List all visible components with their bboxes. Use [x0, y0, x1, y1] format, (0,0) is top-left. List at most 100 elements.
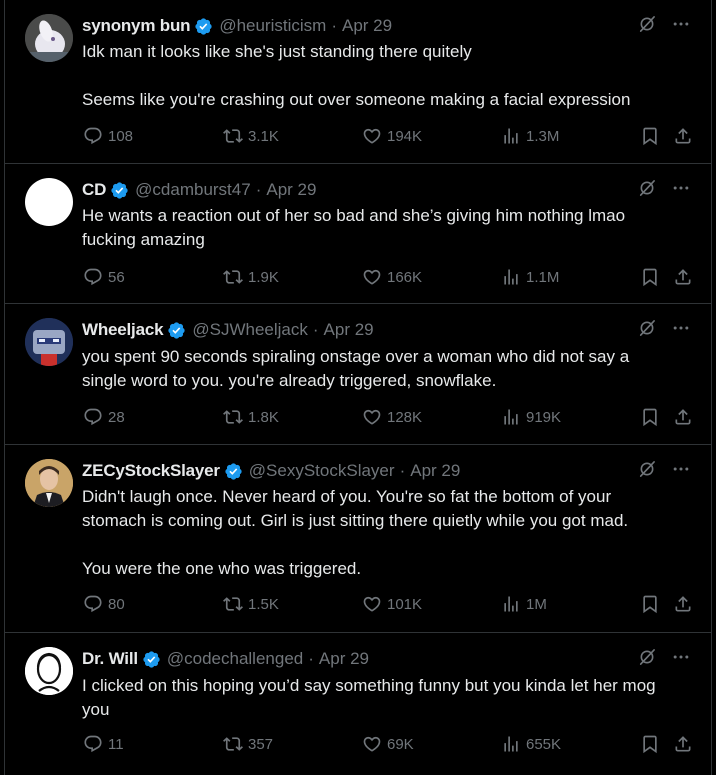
reply-button[interactable]: 56: [83, 267, 125, 287]
bookmark-button[interactable]: [640, 734, 665, 754]
tweet-text: you spent 90 seconds spiraling onstage o…: [82, 345, 675, 393]
grok-icon[interactable]: [637, 459, 657, 479]
avatar[interactable]: [25, 459, 73, 507]
views-button[interactable]: 1.3M: [501, 126, 559, 146]
share-button[interactable]: [673, 267, 698, 287]
bookmark-icon: [640, 594, 660, 614]
separator: ·: [399, 461, 406, 480]
retweet-button[interactable]: 3.1K: [223, 126, 279, 146]
retweet-button[interactable]: 1.5K: [223, 594, 279, 614]
views-icon: [501, 407, 521, 427]
views-button[interactable]: 1.1M: [501, 267, 559, 287]
separator: ·: [255, 180, 262, 199]
more-icon[interactable]: [671, 318, 691, 338]
display-name[interactable]: CD: [82, 180, 106, 200]
heart-icon: [362, 594, 382, 614]
share-button[interactable]: [673, 734, 698, 754]
reply-count: 56: [108, 268, 125, 286]
bookmark-button[interactable]: [640, 594, 665, 614]
views-button[interactable]: 1M: [501, 594, 547, 614]
handle[interactable]: @heuristicism: [219, 16, 326, 36]
tweet[interactable]: synonym bun @heuristicism · Apr 29 Idk m…: [5, 0, 711, 164]
avatar[interactable]: [25, 318, 73, 366]
like-button[interactable]: 69K: [362, 734, 414, 754]
reply-button[interactable]: 11: [83, 734, 124, 754]
tweet-paragraph: you spent 90 seconds spiraling onstage o…: [82, 347, 630, 390]
tweet-header: CD @cdamburst47 · Apr 29: [82, 180, 691, 200]
share-button[interactable]: [673, 126, 698, 146]
display-name[interactable]: synonym bun: [82, 16, 191, 36]
handle[interactable]: @SJWheeljack: [192, 320, 308, 340]
timestamp[interactable]: Apr 29: [266, 180, 316, 200]
reply-button[interactable]: 80: [83, 594, 125, 614]
timestamp[interactable]: Apr 29: [342, 16, 392, 36]
retweet-button[interactable]: 1.9K: [223, 267, 279, 287]
avatar[interactable]: [25, 647, 73, 695]
retweet-count: 1.9K: [248, 268, 279, 286]
more-icon[interactable]: [671, 178, 691, 198]
timestamp[interactable]: Apr 29: [324, 320, 374, 340]
tweet-header: Dr. Will @codechallenged · Apr 29: [82, 649, 691, 669]
views-button[interactable]: 919K: [501, 407, 561, 427]
action-bar: 28 1.8K 128K 919K: [83, 407, 695, 429]
action-bar: 80 1.5K 101K 1M: [83, 594, 695, 616]
reply-icon: [83, 407, 103, 427]
handle[interactable]: @codechallenged: [167, 649, 303, 669]
share-button[interactable]: [673, 407, 698, 427]
view-count: 1.1M: [526, 268, 560, 286]
like-button[interactable]: 166K: [362, 267, 422, 287]
like-button[interactable]: 128K: [362, 407, 422, 427]
retweet-count: 3.1K: [248, 127, 279, 145]
share-button[interactable]: [673, 594, 698, 614]
tweet[interactable]: Wheeljack @SJWheeljack · Apr 29 you spen…: [5, 304, 711, 445]
reply-button[interactable]: 28: [83, 407, 125, 427]
grok-icon[interactable]: [637, 647, 657, 667]
avatar[interactable]: [25, 14, 73, 62]
grok-icon[interactable]: [637, 318, 657, 338]
share-icon: [673, 267, 693, 287]
retweet-button[interactable]: 357: [223, 734, 273, 754]
tweet-paragraph: He wants a reaction out of her so bad an…: [82, 206, 626, 249]
handle[interactable]: @cdamburst47: [135, 180, 251, 200]
separator: ·: [312, 320, 319, 339]
share-icon: [673, 126, 693, 146]
more-icon[interactable]: [671, 14, 691, 34]
handle[interactable]: @SexyStockSlayer: [249, 461, 395, 481]
timestamp[interactable]: Apr 29: [319, 649, 369, 669]
tweet[interactable]: CD @cdamburst47 · Apr 29 He wants a reac…: [5, 164, 711, 304]
display-name[interactable]: ZECyStockSlayer: [82, 461, 220, 481]
views-icon: [501, 734, 521, 754]
views-button[interactable]: 655K: [501, 734, 561, 754]
reply-icon: [83, 594, 103, 614]
like-button[interactable]: 101K: [362, 594, 422, 614]
views-icon: [501, 594, 521, 614]
reply-button[interactable]: 108: [83, 126, 133, 146]
timeline: synonym bun @heuristicism · Apr 29 Idk m…: [4, 0, 712, 775]
bookmark-button[interactable]: [640, 126, 665, 146]
tweet[interactable]: ZECyStockSlayer @SexyStockSlayer · Apr 2…: [5, 445, 711, 633]
more-icon[interactable]: [671, 647, 691, 667]
reply-count: 28: [108, 408, 125, 426]
verified-badge-icon: [142, 650, 161, 669]
bookmark-button[interactable]: [640, 267, 665, 287]
heart-icon: [362, 407, 382, 427]
grok-icon[interactable]: [637, 178, 657, 198]
tweet-paragraph: Idk man it looks like she's just standin…: [82, 42, 472, 61]
timestamp[interactable]: Apr 29: [410, 461, 460, 481]
views-icon: [501, 267, 521, 287]
tweet[interactable]: Dr. Will @codechallenged · Apr 29 I clic…: [5, 633, 711, 775]
display-name[interactable]: Wheeljack: [82, 320, 164, 340]
grok-icon[interactable]: [637, 14, 657, 34]
more-icon[interactable]: [671, 459, 691, 479]
reply-icon: [83, 267, 103, 287]
like-count: 69K: [387, 735, 414, 753]
verified-badge-icon: [110, 181, 129, 200]
verified-badge-icon: [194, 17, 213, 36]
display-name[interactable]: Dr. Will: [82, 649, 138, 669]
retweet-button[interactable]: 1.8K: [223, 407, 279, 427]
tweet-text: Didn't laugh once. Never heard of you. Y…: [82, 485, 675, 581]
like-button[interactable]: 194K: [362, 126, 422, 146]
avatar[interactable]: [25, 178, 73, 226]
tweet-header: ZECyStockSlayer @SexyStockSlayer · Apr 2…: [82, 461, 691, 481]
bookmark-button[interactable]: [640, 407, 665, 427]
